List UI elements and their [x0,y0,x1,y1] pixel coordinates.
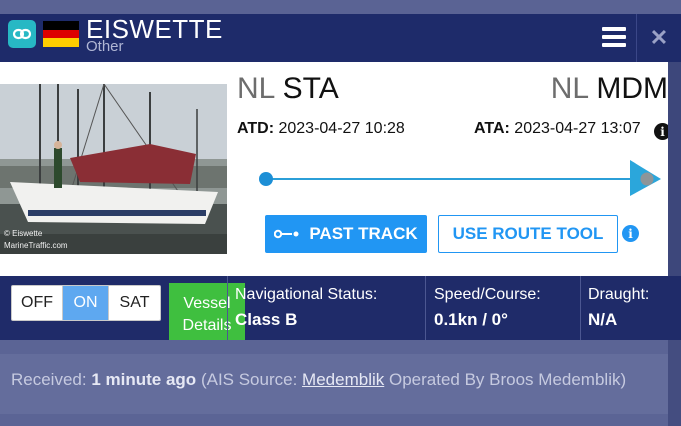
speed-course-value: 0.1kn / 0° [434,310,508,329]
received-value: 1 minute ago [91,370,197,389]
received-info: Received: 1 minute ago (AIS Source: Mede… [11,367,631,392]
content-right-edge [668,62,681,276]
vessel-photo[interactable]: © Eiswette MarineTraffic.com [0,84,227,254]
track-line-icon [274,229,299,239]
arrival-port-code[interactable]: MDM [596,72,668,105]
arrival-dot [640,172,654,186]
link-icon[interactable] [8,20,36,48]
status-divider [580,276,581,340]
popup-header: EISWETTE Other ✕ [0,14,681,62]
vessel-type: Other [86,38,124,55]
draught-label: Draught: [588,286,650,303]
vessel-status-row: OFF ON SAT Vessel Details Navigational S… [0,276,681,348]
voyage-progress-track [259,160,661,196]
popup-top-border [0,0,681,14]
past-track-label: PAST TRACK [309,224,418,243]
received-label: Received: [11,370,87,389]
past-track-button[interactable]: PAST TRACK [265,215,427,253]
toggle-sat[interactable]: SAT [109,286,160,320]
departure-port-code[interactable]: STA [283,72,339,105]
departure-port: NL STA [237,72,339,106]
status-divider [227,276,228,340]
ata-label: ATA: [474,120,510,137]
photo-watermark-owner: © Eiswette [4,229,43,238]
route-tool-info-icon[interactable]: i [622,225,639,242]
ais-source-link[interactable]: Medemblik [302,370,384,389]
atd-value: 2023-04-27 10:28 [278,120,405,137]
arrival-port: NL MDM [551,72,668,106]
status-divider [425,276,426,340]
toggle-on[interactable]: ON [63,286,109,320]
toggle-off[interactable]: OFF [12,286,63,320]
speed-course-label: Speed/Course: [434,286,541,303]
ais-source-prefix: (AIS Source: [200,370,298,389]
hamburger-menu-icon[interactable] [594,18,634,56]
nav-status-value: Class B [235,310,298,329]
ais-source-suffix: Operated By Broos Medemblik) [388,370,627,389]
departure-country-code: NL [237,72,275,105]
map-layer-toggle: OFF ON SAT [11,285,161,321]
voyage-content: © Eiswette MarineTraffic.com NL STA NL M… [0,62,671,276]
draught-value: N/A [588,310,618,329]
atd-row: ATD: 2023-04-27 10:28 [237,120,405,138]
ata-row: ATA: 2023-04-27 13:07 [474,120,641,138]
ata-value: 2023-04-27 13:07 [514,120,641,137]
germany-flag-icon [43,21,79,48]
popup-footer: Received: 1 minute ago (AIS Source: Mede… [0,340,681,426]
close-icon[interactable]: ✕ [637,14,681,62]
vessel-details-button[interactable]: Vessel Details [169,283,245,348]
nav-status-label: Navigational Status: [235,286,378,303]
photo-watermark-site: MarineTraffic.com [4,241,68,250]
vessel-popup: EISWETTE Other ✕ © Eiswette MarineTraffi… [0,0,681,426]
use-route-tool-button[interactable]: USE ROUTE TOOL [438,215,618,253]
atd-label: ATD: [237,120,275,137]
arrival-country-code: NL [550,72,588,105]
departure-dot [259,172,273,186]
footer-right-edge [668,340,681,426]
